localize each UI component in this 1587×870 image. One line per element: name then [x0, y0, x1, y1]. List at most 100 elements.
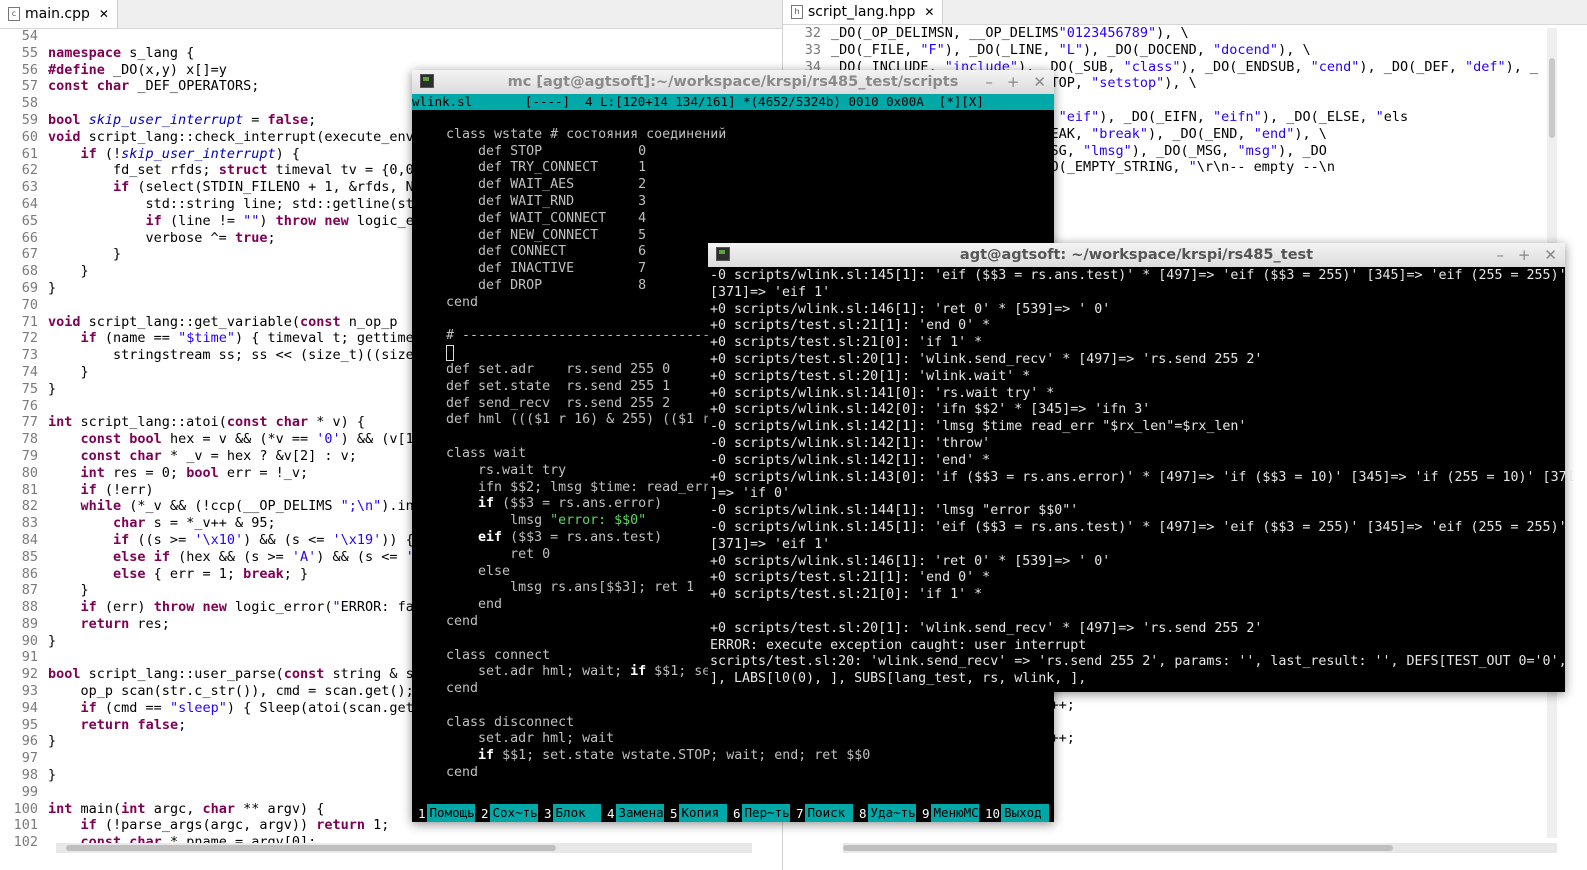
scroll-thumb[interactable] — [66, 845, 556, 851]
fkey-4[interactable]: 4 Замена — [601, 804, 664, 822]
terminal-line: -0 scripts/wlink.sl:145[1]: 'eif ($$3 = … — [710, 519, 1567, 535]
terminal-line: +0 scripts/test.sl:21[0]: 'if 1' * — [710, 587, 983, 603]
mc-line: class wstate # состояния соединений — [414, 126, 727, 142]
code-line: 32 _DO(_OP_DELIMSN, __OP_DELIMS"012345678… — [783, 25, 1587, 42]
mc-line: def WAIT_RND 3 — [414, 193, 647, 209]
line-number: 91 — [21, 649, 38, 666]
tab-script-lang-hpp[interactable]: h script_lang.hpp ✕ — [783, 0, 944, 24]
fkey-label: Замена — [615, 804, 664, 822]
fkey-number: 2 — [481, 805, 489, 821]
mc-line: def STOP 0 — [414, 143, 647, 159]
line-number: 59 — [21, 111, 38, 128]
code-text: const char * _v = hex ? &v[2] : v; — [80, 447, 357, 464]
code-text: namespace s_lang { — [48, 44, 195, 61]
close-icon[interactable]: ✕ — [1544, 246, 1557, 264]
close-icon[interactable]: ✕ — [99, 7, 109, 21]
maximize-icon[interactable]: + — [1007, 73, 1020, 91]
minimize-icon[interactable]: – — [985, 73, 993, 91]
fkey-1[interactable]: 1 Помощь — [412, 804, 475, 822]
line-number: 70 — [21, 296, 38, 313]
file-icon: h — [791, 5, 803, 19]
terminal-line: +0 scripts/test.sl:20[1]: 'wlink.wait' * — [710, 368, 1031, 384]
line-number: 32 — [804, 25, 821, 41]
fkey-3[interactable]: 3 Блок — [538, 804, 601, 822]
terminal-titlebar[interactable]: agt@agtsoft: ~/workspace/krspi/rs485_tes… — [708, 243, 1565, 267]
fkey-number: 8 — [859, 805, 867, 821]
line-number: 81 — [21, 481, 38, 498]
line-number: 66 — [21, 229, 38, 246]
tab-main-cpp[interactable]: c main.cpp ✕ — [0, 0, 118, 28]
mc-titlebar[interactable]: mc [agt@agtsoft]:~/workspace/krspi/rs485… — [412, 70, 1054, 94]
mc-line: def TRY_CONNECT 1 — [414, 160, 647, 176]
code-text: } — [48, 246, 122, 263]
line-number: 64 — [21, 195, 38, 212]
code-text: int main(int argc, char ** argv) { — [48, 800, 325, 817]
code-text: if (select(STDIN_FILENO + 1, &rfds, N — [113, 179, 414, 196]
code-text: bool skip_user_interrupt = false; — [48, 111, 317, 128]
terminal-window-title: agt@agtsoft: ~/workspace/krspi/rs485_tes… — [959, 247, 1314, 263]
line-number: 55 — [21, 44, 38, 61]
code-text: } — [48, 632, 57, 649]
fkey-9[interactable]: 9 МенюМС — [916, 804, 979, 822]
fkey-number: 6 — [733, 805, 741, 821]
line-number: 95 — [21, 716, 38, 733]
code-text: return res; — [80, 615, 170, 632]
terminal-icon — [420, 74, 434, 88]
close-icon[interactable]: ✕ — [1033, 73, 1046, 91]
line-number: 96 — [21, 733, 38, 750]
fkey-label: МенюМС — [930, 804, 979, 822]
line-number: 97 — [21, 750, 38, 767]
code-text: stringstream ss; ss << (size_t)((size — [48, 347, 414, 364]
minimize-icon[interactable]: – — [1496, 246, 1504, 264]
line-number: 69 — [21, 279, 38, 296]
fkey-5[interactable]: 5 Копия — [664, 804, 727, 822]
terminal-line: ERROR: execute exception caught: user in… — [710, 637, 1087, 653]
code-text: if (!err) — [80, 481, 154, 498]
fkey-10[interactable]: 10 Выход — [979, 804, 1049, 822]
code-text: void script_lang::get_variable(const n_o… — [48, 313, 398, 330]
terminal-line: ]=> 'if 0' — [710, 486, 791, 502]
line-number: 80 — [21, 464, 38, 481]
code-text: void script_lang::check_interrupt(execut… — [48, 128, 414, 145]
left-horizontal-scrollbar[interactable] — [56, 843, 752, 853]
line-number: 61 — [21, 145, 38, 162]
code-text: fd_set rfds; struct timeval tv = {0,0 — [48, 162, 414, 179]
line-number: 68 — [21, 263, 38, 280]
mc-line — [414, 698, 1054, 715]
fkey-label: Сох~ть — [489, 804, 538, 822]
fkey-7[interactable]: 7 Поиск — [790, 804, 853, 822]
line-number: 56 — [21, 61, 38, 78]
mc-line: def NEW_CONNECT 5 — [414, 227, 647, 243]
fkey-number: 7 — [796, 805, 804, 821]
scroll-thumb[interactable] — [843, 845, 1393, 851]
code-line: 33 _DO(_FILE, "F"), _DO(_LINE, "L"), _DO(… — [783, 42, 1587, 59]
code-text: std::string line; std::getline(st — [48, 195, 414, 212]
mc-status-line: wlink.sl [----] 4 L:[120+14 134/161] *(4… — [412, 94, 1054, 110]
right-horizontal-scrollbar[interactable] — [843, 843, 1557, 853]
terminal-output[interactable]: -0 scripts/wlink.sl:145[1]: 'eif ($$3 = … — [710, 268, 1575, 688]
close-icon[interactable]: ✕ — [924, 5, 934, 19]
fkey-8[interactable]: 8 Уда~ть — [853, 804, 916, 822]
code-text: else if (hex && (s >= 'A') && (s <= ' — [113, 548, 414, 565]
fkey-label: Блок — [552, 804, 601, 822]
line-number: 98 — [21, 767, 38, 784]
fkey-2[interactable]: 2 Сох~ть — [475, 804, 538, 822]
fkey-number: 5 — [670, 805, 678, 821]
fkey-number: 4 — [607, 805, 615, 821]
terminal-line: +0 scripts/test.sl:21[1]: 'end 0' * — [710, 318, 991, 334]
line-number: 93 — [21, 683, 38, 700]
terminal-line: scripts/test.sl:20: 'wlink.send_recv' =>… — [710, 654, 1567, 670]
terminal-line: -0 scripts/wlink.sl:142[1]: 'end' * — [710, 452, 991, 468]
code-text: op_p scan(str.c_str()), cmd = scan.get()… — [48, 683, 414, 700]
terminal-line: +0 scripts/wlink.sl:146[1]: 'ret 0' * [5… — [710, 301, 1111, 317]
line-number: 65 — [21, 212, 38, 229]
line-number: 78 — [21, 431, 38, 448]
line-number: 84 — [21, 531, 38, 548]
window-controls: – + ✕ — [985, 70, 1046, 94]
scroll-thumb[interactable] — [1549, 58, 1555, 138]
maximize-icon[interactable]: + — [1518, 246, 1531, 264]
fkey-6[interactable]: 6 Пер~ть — [727, 804, 790, 822]
code-text: const char _DEF_OPERATORS; — [48, 78, 260, 95]
line-number: 63 — [21, 179, 38, 196]
